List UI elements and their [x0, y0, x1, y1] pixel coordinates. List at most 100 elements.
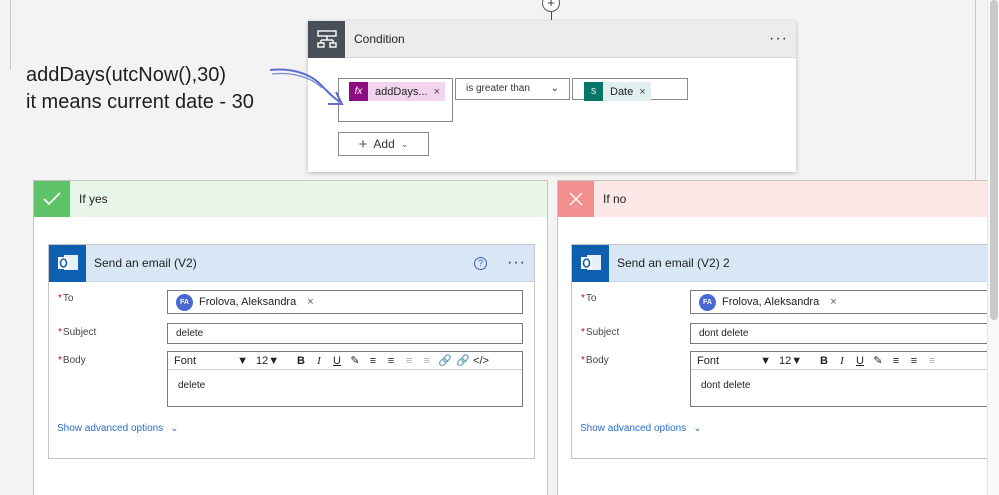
expression-token-label: addDays... — [375, 85, 428, 98]
expression-token[interactable]: fx addDays... × — [349, 82, 446, 101]
condition-title: Condition — [354, 32, 405, 46]
formatting-toolbar: Font ▼ 12▼ B I U ✎ ≡ ≡ ≡ — [691, 352, 999, 370]
send-email-title: Send an email (V2) — [94, 256, 197, 270]
subject-field[interactable]: delete — [167, 323, 523, 344]
annotation-line-2: it means current date - 30 — [26, 91, 254, 113]
annotation-text: addDays(utcNow(),30) it means current da… — [26, 62, 254, 116]
dynamic-token-label: Date — [610, 85, 634, 98]
operator-dropdown[interactable]: is greater than ⌄ — [455, 78, 570, 100]
chevron-down-icon: ⌄ — [170, 423, 179, 434]
recipient-token[interactable]: FA Frolova, Aleksandra × — [699, 293, 837, 311]
add-button[interactable]: + Add ⌄ — [338, 132, 429, 156]
more-options-icon[interactable]: ··· — [507, 255, 534, 271]
recipient-name: Frolova, Aleksandra — [199, 296, 297, 308]
if-no-label: If no — [603, 192, 627, 206]
underline-icon[interactable]: U — [328, 355, 346, 367]
bullet-list-icon[interactable]: ≡ — [364, 355, 382, 367]
subject-value: delete — [176, 328, 204, 339]
annotation-line-1: addDays(utcNow(),30) — [26, 64, 227, 86]
remove-recipient-icon[interactable]: × — [307, 296, 313, 308]
decrease-indent-icon[interactable]: ≡ — [923, 355, 941, 367]
outlook-icon — [572, 244, 609, 282]
if-no-branch: If no Send an email (V2) 2 *To FA Frolov… — [557, 180, 999, 495]
increase-indent-icon[interactable]: ≡ — [418, 355, 436, 367]
to-field-label: *To — [581, 293, 597, 304]
add-label: Add — [373, 137, 395, 151]
function-icon: fx — [349, 82, 368, 101]
annotation-arrow-icon — [269, 68, 344, 105]
font-dropdown[interactable]: Font ▼ — [174, 355, 256, 367]
condition-header[interactable]: Condition ··· — [308, 20, 796, 58]
sharepoint-icon: S — [584, 82, 603, 101]
send-email-header[interactable]: Send an email (V2) 2 — [572, 244, 999, 282]
remove-token-icon[interactable]: × — [434, 86, 445, 98]
remove-recipient-icon[interactable]: × — [830, 296, 836, 308]
if-yes-header[interactable]: If yes — [34, 181, 547, 217]
chevron-down-icon: ⌄ — [400, 138, 409, 149]
divider — [975, 0, 976, 180]
recipient-name: Frolova, Aleksandra — [722, 296, 820, 308]
if-yes-branch: If yes Send an email (V2) ? ··· *To FA F… — [33, 180, 548, 495]
condition-icon — [308, 20, 345, 58]
help-icon[interactable]: ? — [474, 256, 488, 270]
subject-field[interactable]: dont delete — [690, 323, 999, 344]
outlook-icon — [49, 244, 86, 282]
chevron-down-icon: ⌄ — [550, 83, 559, 94]
insert-step-button[interactable]: + — [542, 0, 560, 12]
subject-field-label: *Subject — [58, 327, 97, 338]
font-size-dropdown[interactable]: 12▼ — [256, 355, 292, 367]
if-no-header[interactable]: If no — [558, 181, 999, 217]
close-icon — [558, 181, 594, 217]
highlight-icon[interactable]: ✎ — [869, 354, 887, 367]
vertical-scrollbar[interactable] — [987, 0, 999, 495]
flow-designer-canvas: + Condition ··· is greater than ⌄ + Add … — [0, 0, 999, 495]
to-field[interactable]: FA Frolova, Aleksandra × — [690, 290, 999, 314]
plus-icon: + — [358, 135, 368, 153]
send-email-card: Send an email (V2) 2 *To FA Frolova, Ale… — [571, 244, 999, 459]
connector-line — [551, 12, 552, 20]
condition-body: is greater than ⌄ + Add ⌄ — [308, 58, 796, 171]
show-advanced-options-link[interactable]: Show advanced options ⌄ — [580, 423, 702, 434]
chevron-down-icon: ⌄ — [693, 423, 702, 434]
font-dropdown[interactable]: Font ▼ — [697, 355, 779, 367]
formatting-toolbar: Font ▼ 12▼ B I U ✎ ≡ ≡ ≡ ≡ 🔗 🔗 </> — [168, 352, 522, 370]
send-email-title: Send an email (V2) 2 — [617, 256, 730, 270]
bold-icon[interactable]: B — [815, 355, 833, 367]
subject-field-label: *Subject — [581, 327, 620, 338]
checkmark-icon — [34, 181, 70, 217]
italic-icon[interactable]: I — [310, 355, 328, 367]
avatar: FA — [176, 293, 193, 311]
if-yes-label: If yes — [79, 192, 108, 206]
code-view-icon[interactable]: </> — [472, 355, 490, 367]
bullet-list-icon[interactable]: ≡ — [887, 355, 905, 367]
body-field-label: *Body — [58, 355, 86, 366]
more-options-icon[interactable]: ··· — [769, 31, 796, 47]
avatar: FA — [699, 293, 716, 311]
show-advanced-options-link[interactable]: Show advanced options ⌄ — [57, 423, 179, 434]
body-editor[interactable]: Font ▼ 12▼ B I U ✎ ≡ ≡ ≡ ≡ 🔗 🔗 </> delete — [167, 351, 523, 407]
divider — [10, 0, 11, 70]
operator-value: is greater than — [466, 83, 530, 94]
body-field-label: *Body — [581, 355, 609, 366]
unlink-icon[interactable]: 🔗 — [454, 354, 472, 367]
highlight-icon[interactable]: ✎ — [346, 354, 364, 367]
underline-icon[interactable]: U — [851, 355, 869, 367]
body-editor[interactable]: Font ▼ 12▼ B I U ✎ ≡ ≡ ≡ dont delete — [690, 351, 999, 407]
body-text: dont delete — [701, 380, 751, 391]
numbered-list-icon[interactable]: ≡ — [382, 355, 400, 367]
subject-value: dont delete — [699, 328, 749, 339]
dynamic-content-token[interactable]: S Date × — [584, 82, 651, 101]
numbered-list-icon[interactable]: ≡ — [905, 355, 923, 367]
remove-token-icon[interactable]: × — [639, 86, 650, 98]
scrollbar-thumb[interactable] — [990, 0, 998, 320]
recipient-token[interactable]: FA Frolova, Aleksandra × — [176, 293, 314, 311]
to-field[interactable]: FA Frolova, Aleksandra × — [167, 290, 523, 314]
body-text: delete — [178, 380, 206, 391]
send-email-header[interactable]: Send an email (V2) ? ··· — [49, 244, 534, 282]
link-icon[interactable]: 🔗 — [436, 354, 454, 367]
italic-icon[interactable]: I — [833, 355, 851, 367]
to-field-label: *To — [58, 293, 74, 304]
font-size-dropdown[interactable]: 12▼ — [779, 355, 815, 367]
decrease-indent-icon[interactable]: ≡ — [400, 355, 418, 367]
bold-icon[interactable]: B — [292, 355, 310, 367]
